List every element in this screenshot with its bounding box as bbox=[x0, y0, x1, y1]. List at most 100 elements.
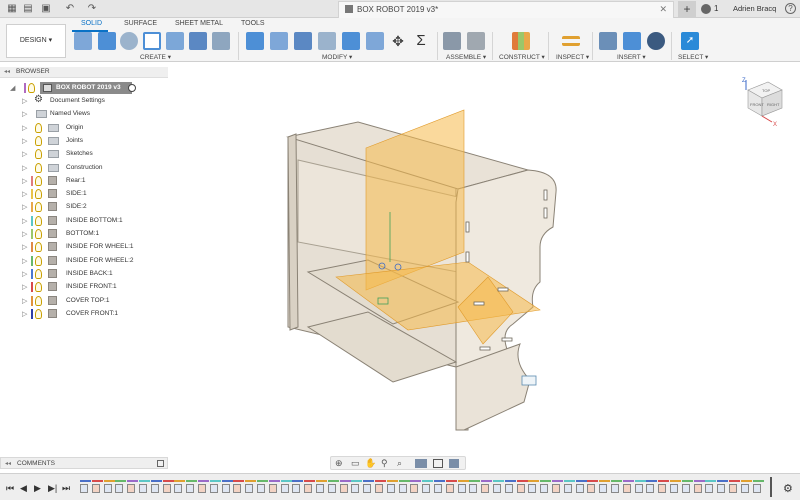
timeline-feature-icon[interactable] bbox=[717, 480, 729, 493]
visibility-bulb-icon[interactable] bbox=[35, 255, 42, 266]
create-sketch-icon[interactable] bbox=[74, 32, 92, 50]
step-forward-icon[interactable]: ▶| bbox=[48, 483, 57, 494]
tab-tools[interactable]: TOOLS bbox=[241, 20, 265, 27]
browser-item[interactable]: ▷ Rear:1 bbox=[22, 175, 168, 188]
sketch-marker-icon[interactable] bbox=[521, 375, 537, 386]
expand-caret-icon[interactable]: ▷ bbox=[22, 283, 27, 291]
browser-item[interactable]: ▷ COVER TOP:1 bbox=[22, 295, 168, 308]
timeline-feature-icon[interactable] bbox=[705, 480, 717, 493]
group-insert[interactable]: INSERT ▾ bbox=[617, 53, 646, 61]
visibility-bulb-icon[interactable] bbox=[35, 215, 42, 226]
browser-item[interactable]: ▷ INSIDE FOR WHEEL:2 bbox=[22, 255, 168, 268]
timeline-feature-icon[interactable] bbox=[339, 480, 351, 493]
group-assemble[interactable]: ASSEMBLE ▾ bbox=[446, 53, 486, 61]
timeline-feature-icon[interactable] bbox=[670, 480, 681, 493]
visibility-bulb-icon[interactable] bbox=[35, 268, 42, 279]
timeline-feature-icon[interactable] bbox=[327, 480, 339, 493]
grid-settings-icon[interactable] bbox=[433, 459, 443, 468]
zoom-icon[interactable]: ⚲ bbox=[381, 458, 388, 469]
timeline-feature-icon[interactable] bbox=[622, 480, 634, 493]
timeline-feature-icon[interactable] bbox=[162, 480, 174, 493]
document-tab[interactable]: BOX ROBOT 2019 v3* ✕ bbox=[338, 1, 674, 18]
group-inspect[interactable]: INSPECT ▾ bbox=[556, 53, 589, 61]
insert-mesh-icon[interactable] bbox=[623, 32, 641, 50]
timeline-marker[interactable] bbox=[770, 477, 772, 497]
browser-root[interactable]: ◢ BOX ROBOT 2019 v3 bbox=[10, 82, 168, 94]
timeline-feature-icon[interactable] bbox=[634, 480, 646, 493]
go-to-start-icon[interactable]: ⏮ bbox=[6, 483, 14, 494]
expand-caret-icon[interactable]: ◢ bbox=[10, 84, 15, 92]
insert-mcmaster-icon[interactable] bbox=[647, 32, 665, 50]
new-component-icon[interactable] bbox=[443, 32, 461, 50]
timeline-feature-icon[interactable] bbox=[386, 480, 398, 493]
timeline-feature-icon[interactable] bbox=[198, 480, 209, 493]
activate-radio[interactable] bbox=[128, 84, 136, 92]
timeline-feature-icon[interactable] bbox=[422, 480, 434, 493]
timeline-feature-icon[interactable] bbox=[221, 480, 233, 493]
expand-caret-icon[interactable]: ▷ bbox=[22, 190, 27, 198]
offset-plane-icon[interactable] bbox=[512, 32, 530, 50]
timeline-feature-icon[interactable] bbox=[375, 480, 386, 493]
view-cube[interactable]: Z TOP FRONT RIGHT X bbox=[742, 76, 784, 128]
timeline-feature-icon[interactable] bbox=[398, 480, 410, 493]
visibility-bulb-icon[interactable] bbox=[35, 229, 42, 239]
measure-icon[interactable] bbox=[562, 36, 580, 46]
timeline-feature-icon[interactable] bbox=[729, 480, 740, 493]
visibility-bulb-icon[interactable] bbox=[35, 308, 42, 319]
select-icon[interactable]: ➚ bbox=[681, 32, 699, 50]
step-back-icon[interactable]: ◀ bbox=[20, 483, 27, 494]
timeline-feature-icon[interactable] bbox=[186, 480, 198, 493]
undo-icon[interactable]: ↶ bbox=[64, 3, 76, 15]
shell-modify-icon[interactable] bbox=[318, 32, 336, 50]
visibility-bulb-icon[interactable] bbox=[35, 122, 42, 133]
timeline-feature-icon[interactable] bbox=[257, 480, 268, 493]
browser-item[interactable]: ▷ SIDE:2 bbox=[22, 201, 168, 214]
timeline-feature-icon[interactable] bbox=[127, 480, 139, 493]
tab-sheet-metal[interactable]: SHEET METAL bbox=[175, 20, 223, 27]
expand-caret-icon[interactable]: ▷ bbox=[22, 177, 27, 185]
timeline-feature-icon[interactable] bbox=[752, 480, 764, 493]
expand-caret-icon[interactable]: ▷ bbox=[22, 164, 27, 172]
group-construct[interactable]: CONSTRUCT ▾ bbox=[499, 53, 545, 61]
timeline-feature-icon[interactable] bbox=[233, 480, 245, 493]
timeline-feature-icon[interactable] bbox=[681, 480, 693, 493]
timeline-feature-icon[interactable] bbox=[646, 480, 658, 493]
timeline-feature-icon[interactable] bbox=[80, 480, 91, 493]
mirror-icon[interactable] bbox=[212, 32, 230, 50]
zoom-window-icon[interactable]: ⌕ bbox=[397, 458, 402, 469]
expand-caret-icon[interactable]: ▷ bbox=[22, 97, 27, 105]
timeline-feature-icon[interactable] bbox=[611, 480, 622, 493]
model-canvas[interactable] bbox=[168, 62, 800, 454]
visibility-bulb-icon[interactable] bbox=[35, 189, 42, 200]
chamfer-icon[interactable] bbox=[294, 32, 312, 50]
browser-item[interactable]: ▷ INSIDE BACK:1 bbox=[22, 268, 168, 281]
timeline-feature-icon[interactable] bbox=[493, 480, 504, 493]
visibility-bulb-icon[interactable] bbox=[35, 202, 42, 213]
browser-item[interactable]: ▷ BOTTOM:1 bbox=[22, 228, 168, 241]
parameters-icon[interactable]: Σ bbox=[412, 32, 430, 50]
tab-surface[interactable]: SURFACE bbox=[124, 20, 157, 27]
browser-item[interactable]: ▷ INSIDE FOR WHEEL:1 bbox=[22, 241, 168, 254]
timeline-feature-icon[interactable] bbox=[245, 480, 257, 493]
timeline-feature-icon[interactable] bbox=[587, 480, 599, 493]
new-tab-button[interactable]: + bbox=[678, 1, 696, 18]
box-select-icon[interactable] bbox=[143, 32, 161, 50]
browser-item[interactable]: ▷ Joints bbox=[22, 135, 168, 148]
timeline-feature-icon[interactable] bbox=[528, 480, 540, 493]
visibility-bulb-icon[interactable] bbox=[35, 135, 42, 146]
timeline-feature-icon[interactable] bbox=[563, 480, 575, 493]
expand-caret-icon[interactable]: ▷ bbox=[22, 257, 27, 265]
browser-item[interactable]: ▷ SIDE:1 bbox=[22, 188, 168, 201]
orbit-icon[interactable]: ⊕ bbox=[335, 458, 343, 469]
timeline-feature-icon[interactable] bbox=[434, 480, 445, 493]
timeline-feature-icon[interactable] bbox=[139, 480, 150, 493]
expand-icon[interactable]: ◂◂ bbox=[5, 460, 11, 467]
expand-caret-icon[interactable]: ▷ bbox=[22, 297, 27, 305]
timeline-feature-icon[interactable] bbox=[316, 480, 327, 493]
browser-item[interactable]: ▷ Construction bbox=[22, 162, 168, 175]
tab-solid[interactable]: SOLID bbox=[81, 20, 102, 27]
timeline-feature-icon[interactable] bbox=[658, 480, 670, 493]
close-tab-icon[interactable]: ✕ bbox=[659, 4, 667, 15]
expand-caret-icon[interactable]: ▷ bbox=[22, 270, 27, 278]
scale-icon[interactable] bbox=[366, 32, 384, 50]
